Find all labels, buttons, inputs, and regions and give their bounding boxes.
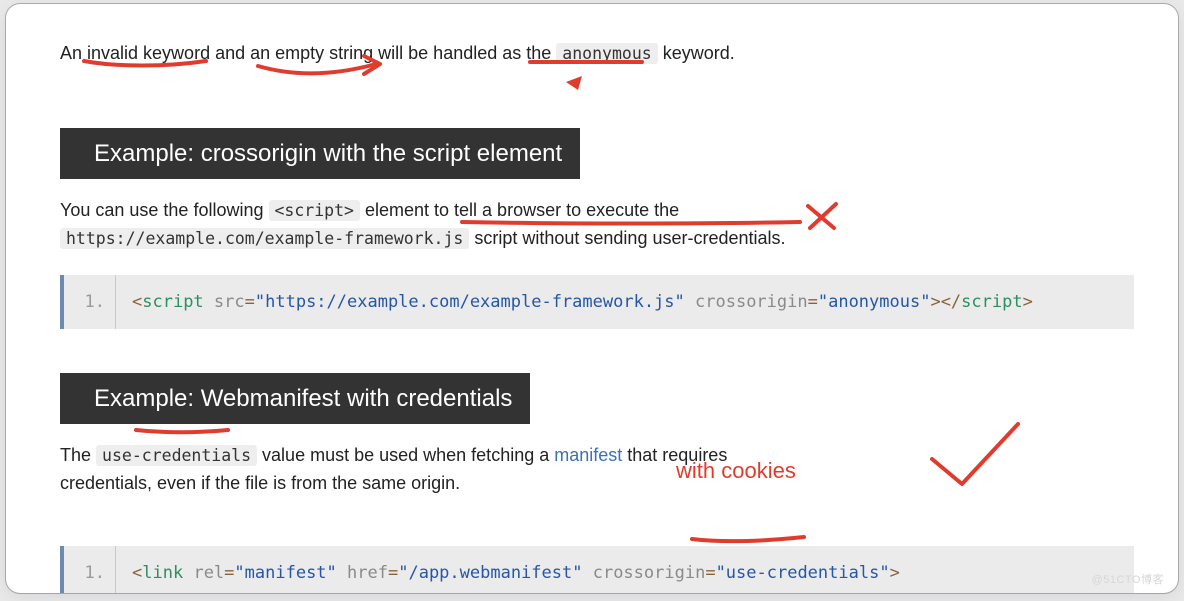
s2-text2: value must be used when fetching a [257,445,554,465]
section2-paragraph: The use-credentials value must be used w… [60,442,820,498]
s1-code-script: <script> [269,200,360,221]
watermark: @51CTO博客 [1092,571,1164,587]
section2-heading: Example: Webmanifest with credentials [60,373,530,424]
intro-text-after: keyword. [658,43,735,63]
s1-text1: You can use the following [60,200,269,220]
document-content: An invalid keyword and an empty string w… [60,40,1138,593]
s2-code-usecred: use-credentials [96,445,257,466]
intro-code-anonymous: anonymous [556,43,657,64]
s2-text1: The [60,445,96,465]
s1-text3: script without sending user-credentials. [469,228,785,248]
s1-code-url: https://example.com/example-framework.js [60,228,469,249]
section1-codeblock: 1. <script src="https://example.com/exam… [60,275,1134,329]
s2-line-number: 1. [64,546,116,593]
s2-code-line: <link rel="manifest" href="/app.webmanif… [64,546,1134,593]
s1-line-number: 1. [64,275,116,329]
s1-text2: element to tell a browser to execute the [360,200,679,220]
section1-heading: Example: crossorigin with the script ele… [60,128,580,179]
s1-code-line: <script src="https://example.com/example… [64,275,1134,329]
intro-text-before: An invalid keyword and an empty string w… [60,43,556,63]
manifest-link[interactable]: manifest [554,445,622,465]
document-window: An invalid keyword and an empty string w… [6,4,1178,593]
section2-codeblock: 1. <link rel="manifest" href="/app.webma… [60,546,1134,593]
section1-paragraph: You can use the following <script> eleme… [60,197,1138,253]
intro-paragraph: An invalid keyword and an empty string w… [60,40,1138,68]
